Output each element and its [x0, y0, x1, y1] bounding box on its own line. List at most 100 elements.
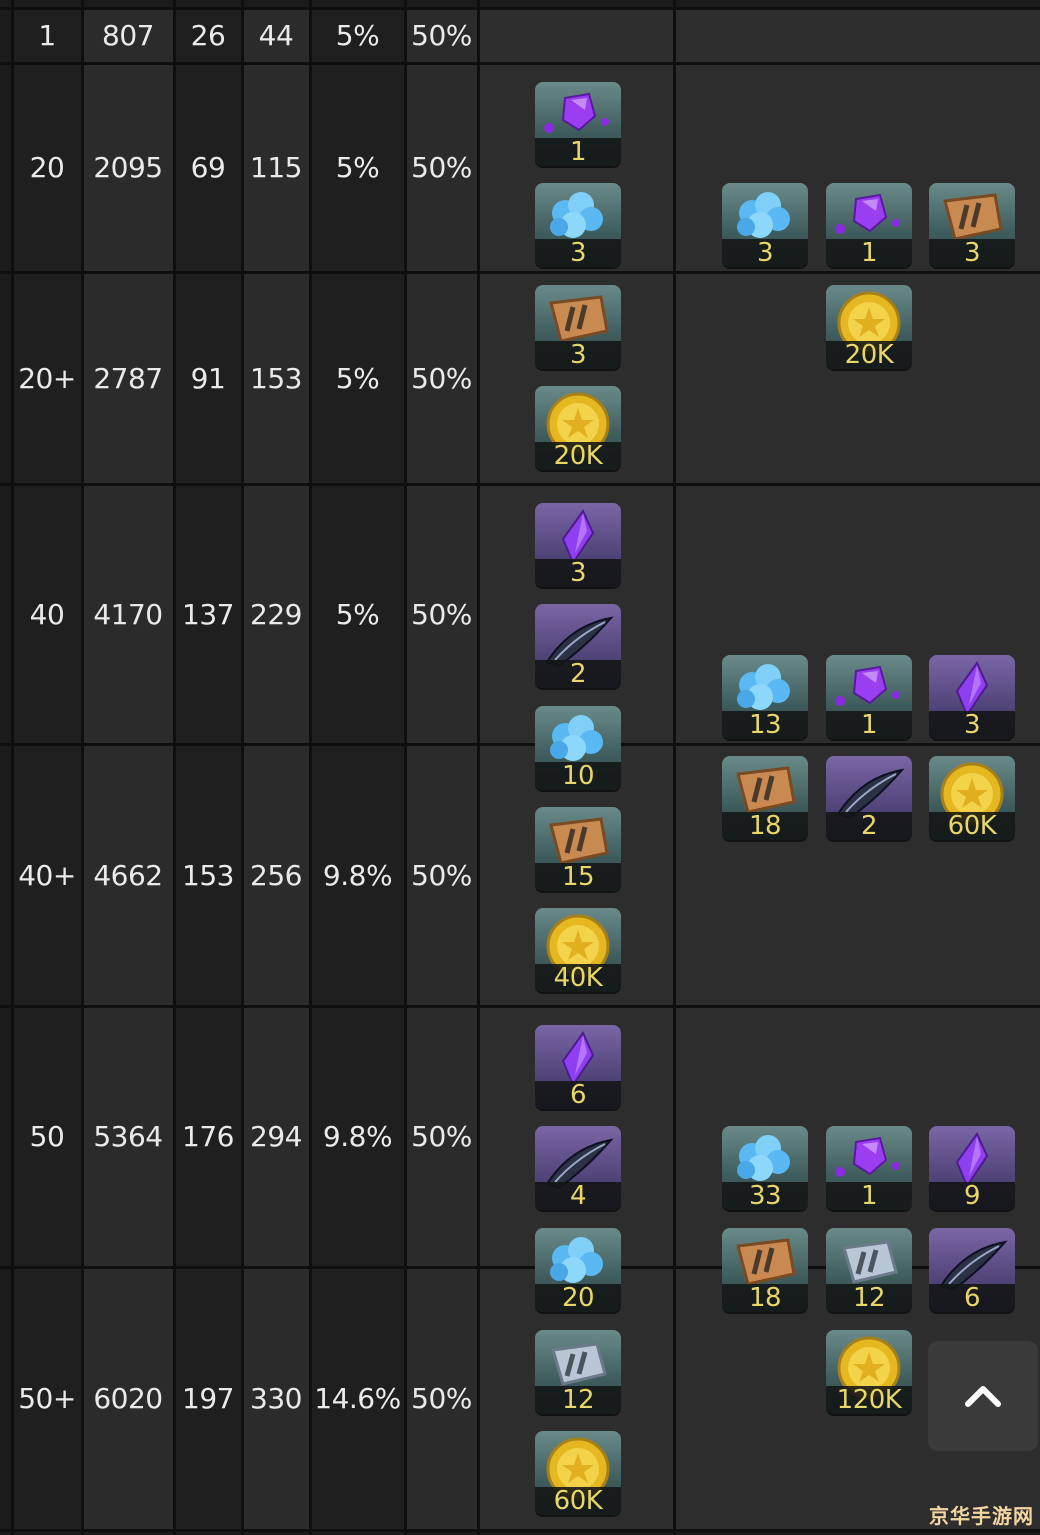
top-row-reward-cell: [674, 8, 1040, 63]
item-quantity: 9: [929, 1182, 1015, 1210]
grid-line: [309, 0, 312, 1535]
item-quantity: 3: [929, 711, 1015, 739]
blue-crystal-item: 20: [535, 1228, 621, 1312]
grid-line: [241, 0, 244, 1535]
grid-line: [404, 0, 407, 1535]
top-row-cell: 807: [82, 8, 174, 63]
stat-cell: 4170: [82, 484, 174, 744]
item-quantity: 60K: [535, 1487, 621, 1515]
stat-cell: 153: [174, 744, 242, 1006]
gold-coin-item: 40K: [535, 908, 621, 992]
grid-line: [0, 271, 1040, 274]
grid-line: [0, 62, 1040, 65]
grid-line: [0, 1005, 1040, 1008]
stat-cell: 50%: [405, 1267, 478, 1530]
dark-feather-item: 4: [535, 1126, 621, 1210]
silver-rune-item: 12: [826, 1228, 912, 1312]
stat-cell: 5%: [310, 63, 405, 272]
item-quantity: 1: [826, 1182, 912, 1210]
purple-shard-item: 3: [535, 503, 621, 587]
item-quantity: 13: [722, 711, 808, 739]
item-quantity: 1: [535, 138, 621, 166]
top-row-cell: 5%: [310, 8, 405, 63]
stat-cell: 197: [174, 1267, 242, 1530]
level-cell: 50: [12, 1006, 82, 1267]
silver-rune-item: 12: [535, 1330, 621, 1414]
blue-crystal-item: 3: [535, 183, 621, 267]
purple-gem-item: 1: [826, 1126, 912, 1210]
scroll-to-top-button[interactable]: [928, 1341, 1038, 1451]
gold-coin-item: 60K: [929, 756, 1015, 840]
level-cell: 40: [12, 484, 82, 744]
stat-cell: 229: [242, 484, 310, 744]
top-row-cell: 26: [174, 8, 242, 63]
stat-cell: 9.8%: [310, 744, 405, 1006]
top-row-reward-cell: [478, 8, 674, 63]
item-quantity: 15: [535, 863, 621, 891]
bronze-rune-item: 15: [535, 807, 621, 891]
stat-cell: 50%: [405, 1006, 478, 1267]
stat-cell: 14.6%: [310, 1267, 405, 1530]
grid-line: [673, 0, 676, 1535]
item-quantity: 18: [722, 1284, 808, 1312]
dark-feather-item: 6: [929, 1228, 1015, 1312]
purple-shard-item: 3: [929, 655, 1015, 739]
item-quantity: 20K: [826, 341, 912, 369]
item-quantity: 1: [826, 711, 912, 739]
item-quantity: 12: [826, 1284, 912, 1312]
stat-cell: 91: [174, 272, 242, 484]
stat-cell: 69: [174, 63, 242, 272]
stat-cell: 153: [242, 272, 310, 484]
bronze-rune-item: 18: [722, 1228, 808, 1312]
item-quantity: 3: [722, 239, 808, 267]
item-quantity: 18: [722, 812, 808, 840]
item-quantity: 1: [826, 239, 912, 267]
top-row-cell: 1: [12, 8, 82, 63]
stat-cell: 50%: [405, 744, 478, 1006]
grid-line: [11, 0, 14, 1535]
stat-cell: 50%: [405, 484, 478, 744]
level-cell: 50+: [12, 1267, 82, 1530]
item-quantity: 2: [826, 812, 912, 840]
stat-cell: 50%: [405, 63, 478, 272]
grid-line: [0, 743, 1040, 746]
purple-shard-item: 9: [929, 1126, 1015, 1210]
item-quantity: 6: [535, 1081, 621, 1109]
grid-line: [0, 1529, 1040, 1532]
purple-gem-item: 1: [826, 655, 912, 739]
grid-line: [173, 0, 176, 1535]
dark-feather-item: 2: [826, 756, 912, 840]
item-quantity: 12: [535, 1386, 621, 1414]
level-cell: 20+: [12, 272, 82, 484]
item-quantity: 20: [535, 1284, 621, 1312]
stat-cell: 294: [242, 1006, 310, 1267]
item-quantity: 4: [535, 1182, 621, 1210]
purple-gem-item: 1: [826, 183, 912, 267]
stat-cell: 256: [242, 744, 310, 1006]
top-row-cell: 50%: [405, 8, 478, 63]
grid-line: [81, 0, 84, 1535]
stat-cell: 330: [242, 1267, 310, 1530]
level-cell: 20: [12, 63, 82, 272]
bronze-rune-item: 3: [929, 183, 1015, 267]
grid-line: [0, 483, 1040, 486]
blue-crystal-item: 13: [722, 655, 808, 739]
gold-coin-item: 120K: [826, 1330, 912, 1414]
stat-cell: 5%: [310, 484, 405, 744]
item-quantity: 3: [535, 341, 621, 369]
stat-cell: 5364: [82, 1006, 174, 1267]
stat-cell: 137: [174, 484, 242, 744]
stat-cell: 2095: [82, 63, 174, 272]
dark-feather-item: 2: [535, 604, 621, 688]
item-quantity: 60K: [929, 812, 1015, 840]
bronze-rune-item: 18: [722, 756, 808, 840]
stat-cell: 4662: [82, 744, 174, 1006]
item-quantity: 3: [929, 239, 1015, 267]
item-quantity: 3: [535, 239, 621, 267]
item-quantity: 6: [929, 1284, 1015, 1312]
chevron-up-icon: [965, 1386, 1001, 1407]
item-quantity: 3: [535, 559, 621, 587]
item-quantity: 40K: [535, 964, 621, 992]
grid-line: [0, 7, 1040, 10]
stat-cell: 176: [174, 1006, 242, 1267]
